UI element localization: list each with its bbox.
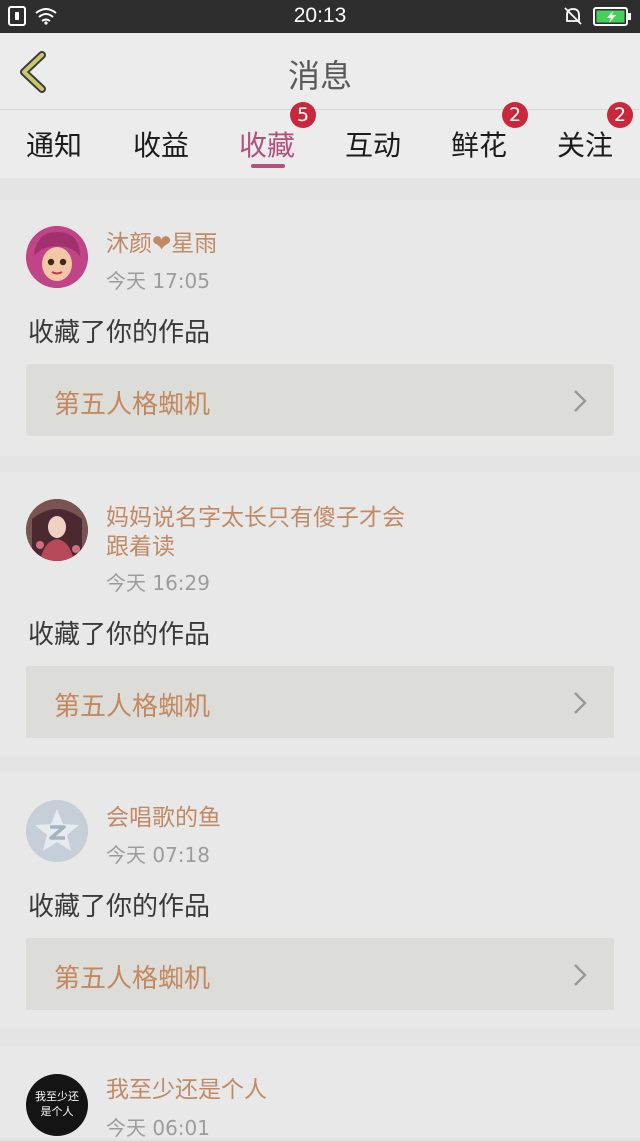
tab-earnings[interactable]: 收益	[108, 110, 214, 178]
work-link[interactable]: 第五人格蜘机	[26, 364, 614, 436]
tab-badge: 2	[502, 102, 528, 128]
page-title: 消息	[287, 57, 352, 95]
avatar[interactable]	[26, 800, 88, 862]
message-card: 妈妈说名字太长只有傻子才会跟着读 今天 16:29 收藏了你的作品 第五人格蜘机	[0, 472, 640, 756]
avatar[interactable]	[26, 499, 88, 561]
avatar-text: 我至少还是个人	[35, 1090, 79, 1118]
tab-label: 互动	[344, 129, 401, 162]
chevron-right-icon	[574, 964, 587, 986]
avatar[interactable]: 我至少还是个人	[26, 1074, 88, 1136]
timestamp: 今天 16:29	[106, 571, 210, 595]
mute-bell-icon	[564, 7, 582, 25]
action-text: 收藏了你的作品	[28, 318, 211, 348]
chevron-right-icon	[574, 692, 587, 714]
username[interactable]: 沐颜❤星雨	[106, 230, 426, 259]
action-text: 收藏了你的作品	[28, 892, 211, 922]
tab-label: 鲜花	[450, 129, 507, 162]
timestamp: 今天 07:18	[106, 843, 210, 867]
tab-label: 通知	[25, 129, 82, 162]
timestamp: 今天 06:01	[106, 1116, 210, 1140]
avatar[interactable]	[26, 226, 88, 288]
tab-interactions[interactable]: 互动	[320, 110, 426, 178]
active-tab-indicator	[251, 164, 285, 168]
work-title: 第五人格蜘机	[54, 692, 211, 722]
status-time: 20:13	[293, 4, 347, 27]
battery-charging-icon	[593, 7, 631, 26]
work-title: 第五人格蜘机	[54, 390, 211, 420]
header: 消息	[0, 33, 640, 110]
timestamp: 今天 17:05	[106, 269, 210, 293]
chevron-right-icon	[574, 390, 587, 412]
tab-badge: 2	[607, 102, 633, 128]
tab-favorites[interactable]: 收藏 5	[214, 102, 320, 178]
tab-follows[interactable]: 关注 2	[532, 102, 638, 178]
username[interactable]: 我至少还是个人	[106, 1076, 426, 1105]
action-text: 收藏了你的作品	[28, 620, 211, 650]
tab-notice[interactable]: 通知	[1, 110, 107, 178]
work-title: 第五人格蜘机	[54, 964, 211, 994]
tab-badge: 5	[290, 102, 316, 128]
tab-label: 关注	[556, 129, 613, 162]
username[interactable]: 妈妈说名字太长只有傻子才会跟着读	[106, 504, 406, 562]
tab-label: 收益	[132, 129, 189, 162]
message-card: 沐颜❤星雨 今天 17:05 收藏了你的作品 第五人格蜘机	[0, 200, 640, 456]
tab-flowers[interactable]: 鲜花 2	[426, 102, 532, 178]
tab-label: 收藏	[238, 129, 295, 162]
status-bar: 20:13	[0, 0, 640, 33]
message-card: 我至少还是个人 我至少还是个人 今天 06:01	[0, 1046, 640, 1140]
work-link[interactable]: 第五人格蜘机	[26, 938, 614, 1010]
username[interactable]: 会唱歌的鱼	[106, 804, 426, 833]
work-link[interactable]: 第五人格蜘机	[26, 666, 614, 738]
tab-bar: 通知 收益 收藏 5 互动 鲜花 2 关注 2	[0, 102, 640, 178]
message-card: 会唱歌的鱼 今天 07:18 收藏了你的作品 第五人格蜘机	[0, 772, 640, 1028]
